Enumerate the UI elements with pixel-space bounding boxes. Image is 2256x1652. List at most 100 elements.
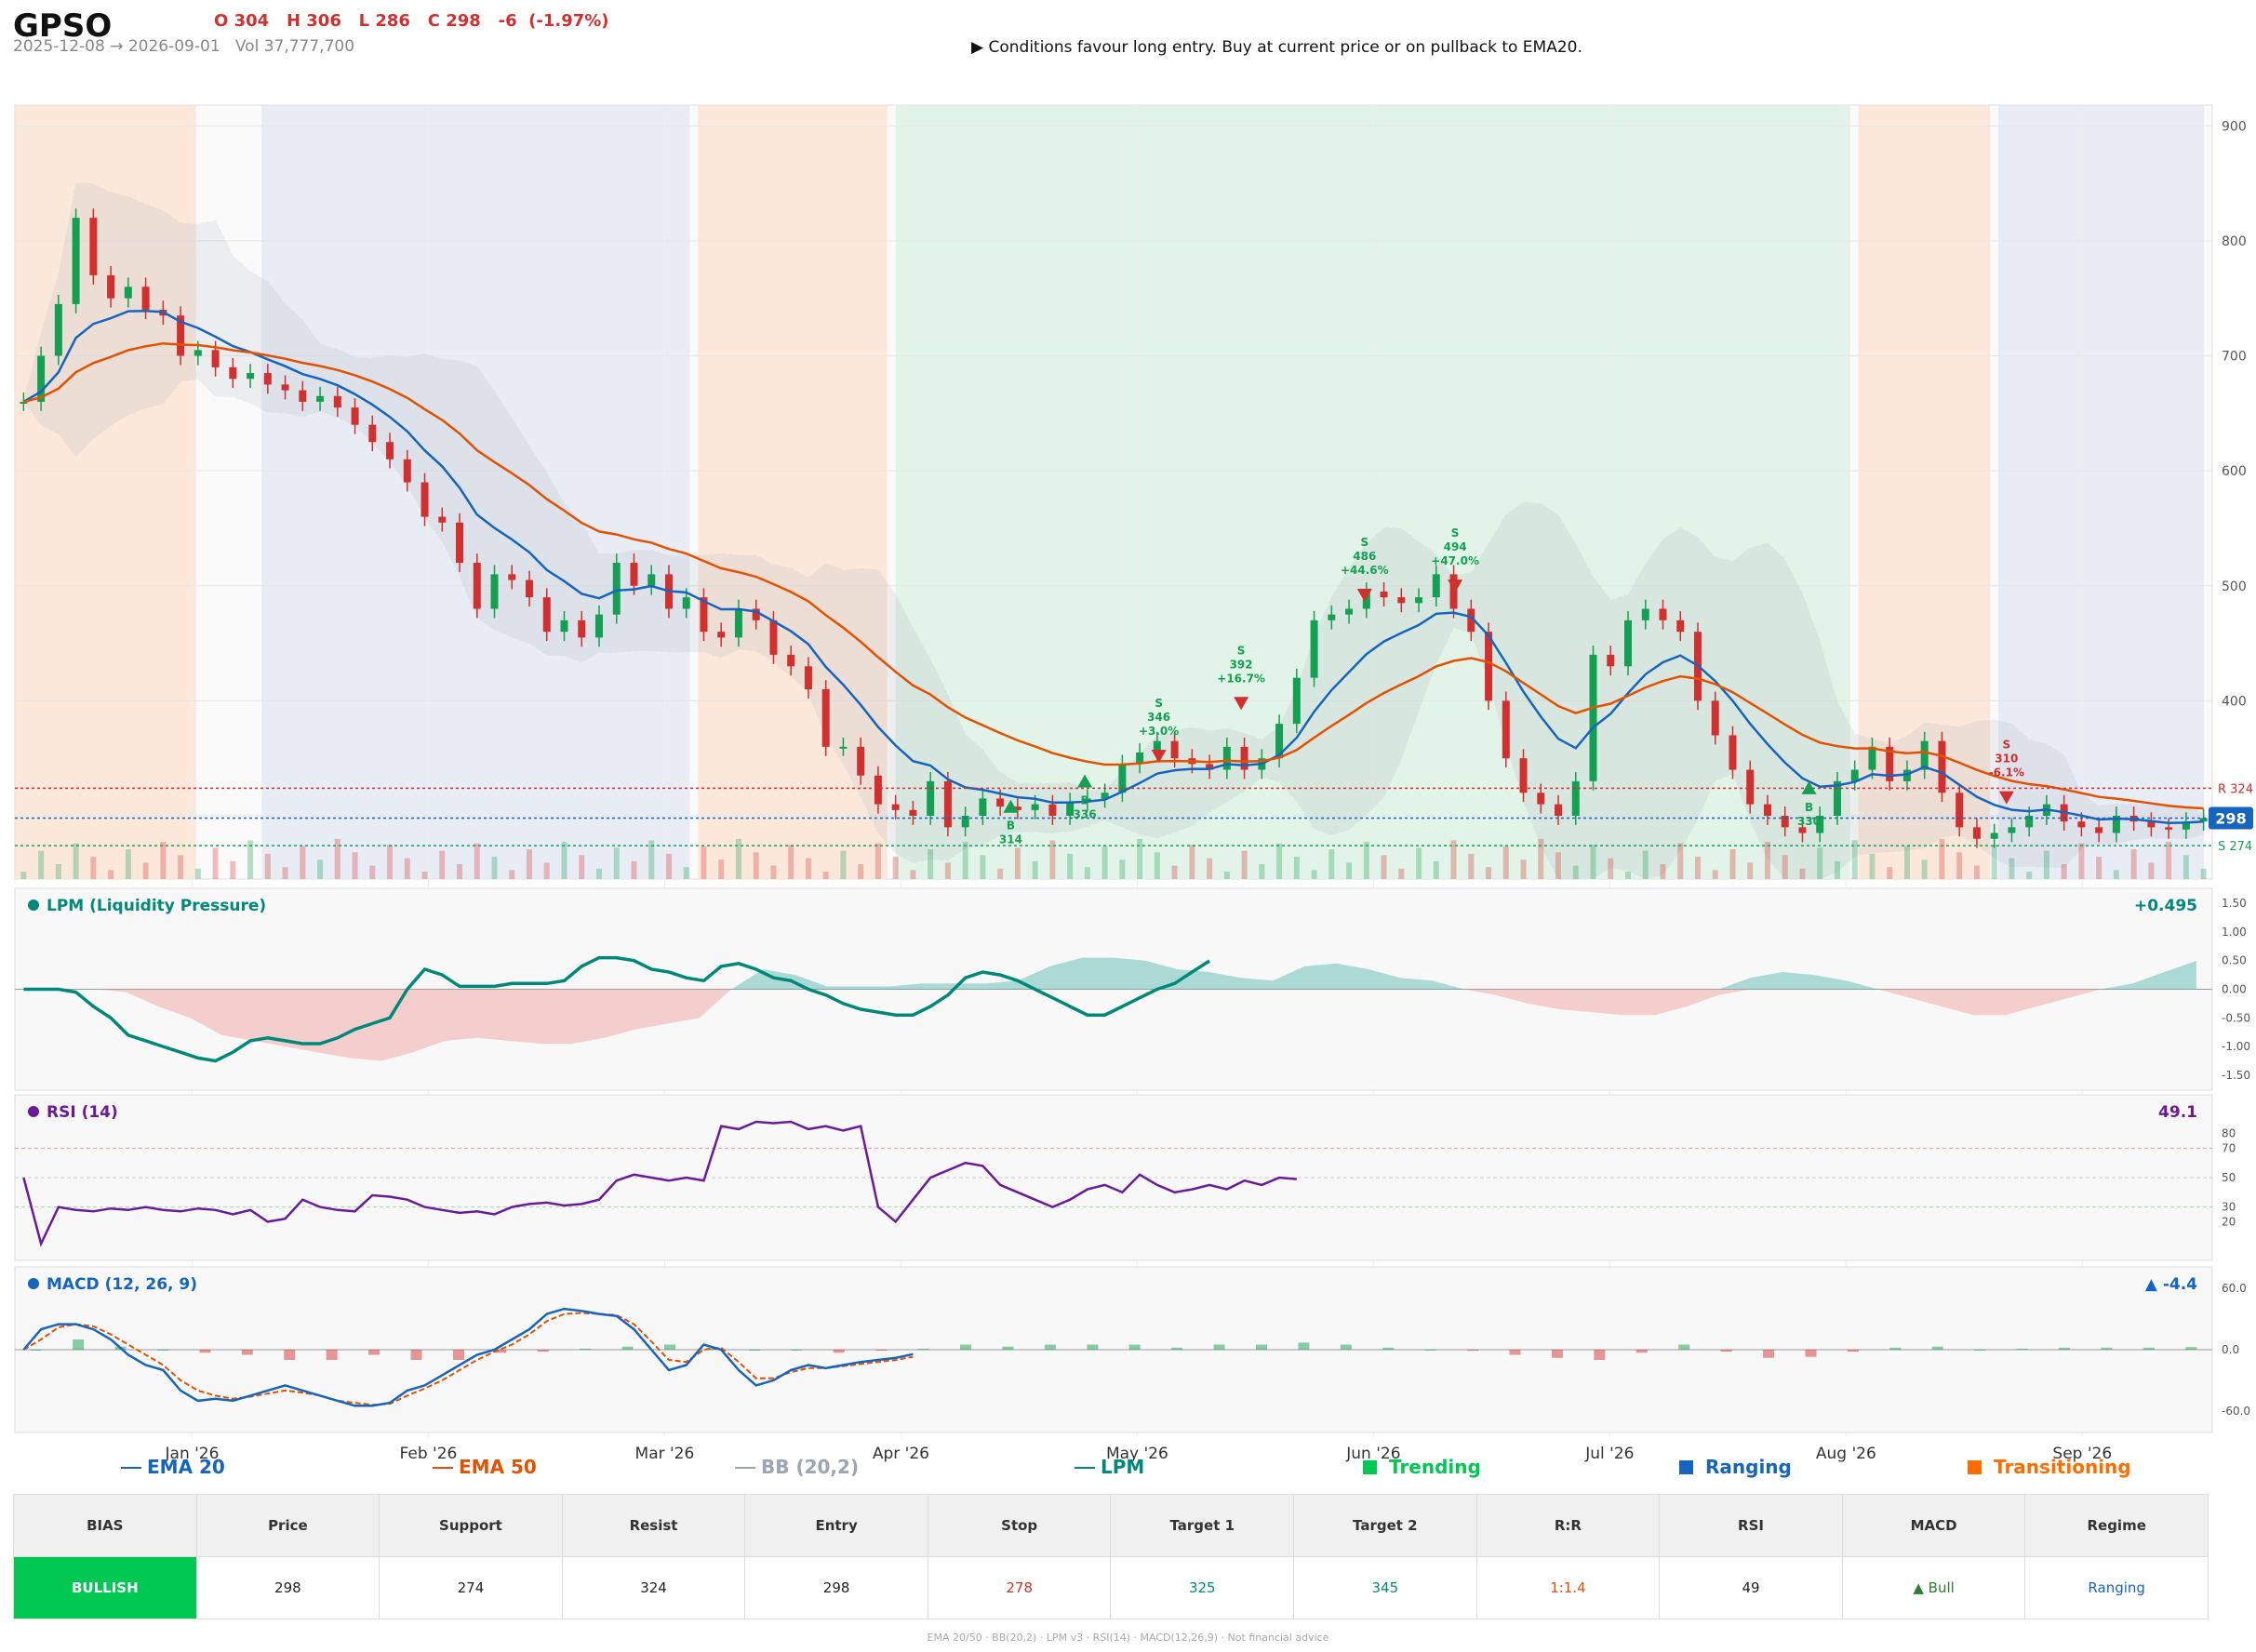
candle-body bbox=[1537, 793, 1545, 805]
macd-histogram-bar bbox=[1889, 1347, 1902, 1350]
macd-tick-label: 0.0 bbox=[2222, 1343, 2239, 1356]
chart-canvas: 300400500600700800900R 324S 274298S346+3… bbox=[14, 104, 2253, 1478]
macd-histogram-bar bbox=[1340, 1344, 1352, 1350]
signal-pct-label: +44.6% bbox=[1341, 564, 1389, 577]
table-header-cell: Resist bbox=[561, 1494, 746, 1557]
candle-body bbox=[1380, 591, 1388, 598]
volume-bar bbox=[527, 849, 533, 879]
volume-bar bbox=[1764, 842, 1770, 879]
volume-bar bbox=[2166, 842, 2172, 879]
candle-body bbox=[1571, 780, 1580, 817]
volume-bar bbox=[387, 845, 394, 879]
candle-body bbox=[1292, 677, 1301, 725]
volume-bar bbox=[2061, 864, 2067, 879]
y-tick-label: 400 bbox=[2222, 694, 2247, 709]
candle-body bbox=[438, 516, 447, 523]
candle-body bbox=[420, 482, 429, 517]
volume-bar bbox=[2078, 843, 2085, 879]
table-header-cell: BIAS bbox=[13, 1494, 197, 1557]
volume-bar bbox=[2113, 870, 2119, 879]
x-tick-label: Apr '26 bbox=[873, 1445, 929, 1463]
macd-title: MACD (12, 26, 9) bbox=[47, 1275, 197, 1294]
macd-histogram-bar bbox=[875, 1350, 888, 1352]
volume-bar bbox=[317, 859, 324, 879]
macd-histogram-bar bbox=[1594, 1350, 1606, 1360]
candle-body bbox=[647, 574, 656, 586]
candle-body bbox=[1711, 700, 1719, 736]
macd-histogram-bar bbox=[2016, 1348, 2028, 1350]
volume-bar bbox=[334, 838, 340, 879]
y-tick-label: 800 bbox=[2222, 234, 2247, 249]
volume-bar bbox=[491, 857, 498, 879]
volume-bar bbox=[1799, 868, 1806, 879]
x-tick-label: Mar '26 bbox=[635, 1445, 695, 1463]
volume-bar bbox=[1398, 868, 1405, 879]
lpm-tick-label: 0.50 bbox=[2222, 954, 2247, 967]
candle-body bbox=[787, 654, 795, 667]
volume-bar bbox=[1590, 845, 1596, 879]
volume-bar bbox=[1416, 847, 1422, 879]
volume-bar bbox=[962, 842, 968, 879]
signal-type-label: B bbox=[1080, 794, 1088, 807]
candle-body bbox=[456, 522, 464, 564]
macd-histogram-bar bbox=[199, 1350, 211, 1353]
volume-bar bbox=[1520, 859, 1527, 879]
volume-bar bbox=[1642, 850, 1649, 879]
candle-body bbox=[979, 798, 987, 817]
volume-bar bbox=[892, 857, 899, 879]
volume-bar bbox=[579, 855, 585, 879]
volume-bar bbox=[2200, 868, 2207, 879]
volume-bar bbox=[631, 860, 637, 879]
volume-bar bbox=[1921, 859, 1928, 879]
candle-body bbox=[542, 597, 551, 633]
candle-body bbox=[682, 597, 690, 609]
candle-body bbox=[909, 809, 917, 817]
rsi-pane bbox=[14, 1094, 2213, 1261]
macd-histogram-bar bbox=[1720, 1350, 1732, 1352]
legend-label: EMA 20 bbox=[147, 1456, 225, 1478]
candle-body bbox=[1868, 746, 1876, 770]
candle-body bbox=[1328, 614, 1336, 620]
candle-body bbox=[1659, 608, 1667, 620]
signal-price-label: 486 bbox=[1353, 550, 1376, 563]
volume-bar bbox=[1939, 838, 1945, 879]
volume-bar bbox=[665, 853, 672, 879]
macd-histogram-bar bbox=[452, 1350, 464, 1360]
candle-body bbox=[1763, 804, 1771, 817]
macd-histogram-bar bbox=[1298, 1342, 1310, 1350]
volume-bar bbox=[980, 855, 986, 879]
volume-bar bbox=[1887, 867, 1893, 879]
candle-body bbox=[316, 395, 325, 402]
candle-body bbox=[490, 574, 499, 609]
macd-histogram-bar bbox=[1044, 1344, 1056, 1350]
price-badge-label: 298 bbox=[2215, 809, 2246, 827]
volume-bar bbox=[1991, 845, 1997, 879]
target1-value: 325 bbox=[1110, 1556, 1295, 1619]
macd-histogram-bar bbox=[621, 1346, 634, 1350]
macd-histogram-bar bbox=[1847, 1350, 1859, 1352]
volume-bar bbox=[1956, 852, 1963, 879]
volume-bar bbox=[683, 867, 689, 879]
candle-body bbox=[526, 580, 534, 598]
signal-type-label: S bbox=[1237, 644, 1246, 657]
candle-body bbox=[734, 608, 742, 638]
candle-body bbox=[368, 424, 377, 443]
candle-body bbox=[263, 373, 272, 385]
signal-price-label: 392 bbox=[1230, 658, 1253, 671]
candle-body bbox=[194, 350, 202, 356]
candle-body bbox=[839, 746, 848, 749]
table-row: BULLISH 298 274 324 298 278 325 345 1:1.… bbox=[13, 1556, 2209, 1619]
volume-bar bbox=[194, 868, 201, 879]
volume-bar bbox=[788, 845, 794, 879]
candle-body bbox=[612, 563, 621, 615]
legend-label: EMA 50 bbox=[459, 1456, 537, 1478]
volume-bar bbox=[142, 862, 149, 879]
macd-histogram-bar bbox=[833, 1350, 845, 1353]
candle-body bbox=[403, 459, 411, 483]
legend-swatch bbox=[1968, 1460, 1982, 1474]
candle-body bbox=[72, 218, 80, 304]
candle-body bbox=[891, 804, 900, 810]
candle-body bbox=[2165, 827, 2173, 830]
signal-price-label: 314 bbox=[999, 833, 1022, 846]
macd-histogram-bar bbox=[664, 1344, 676, 1350]
